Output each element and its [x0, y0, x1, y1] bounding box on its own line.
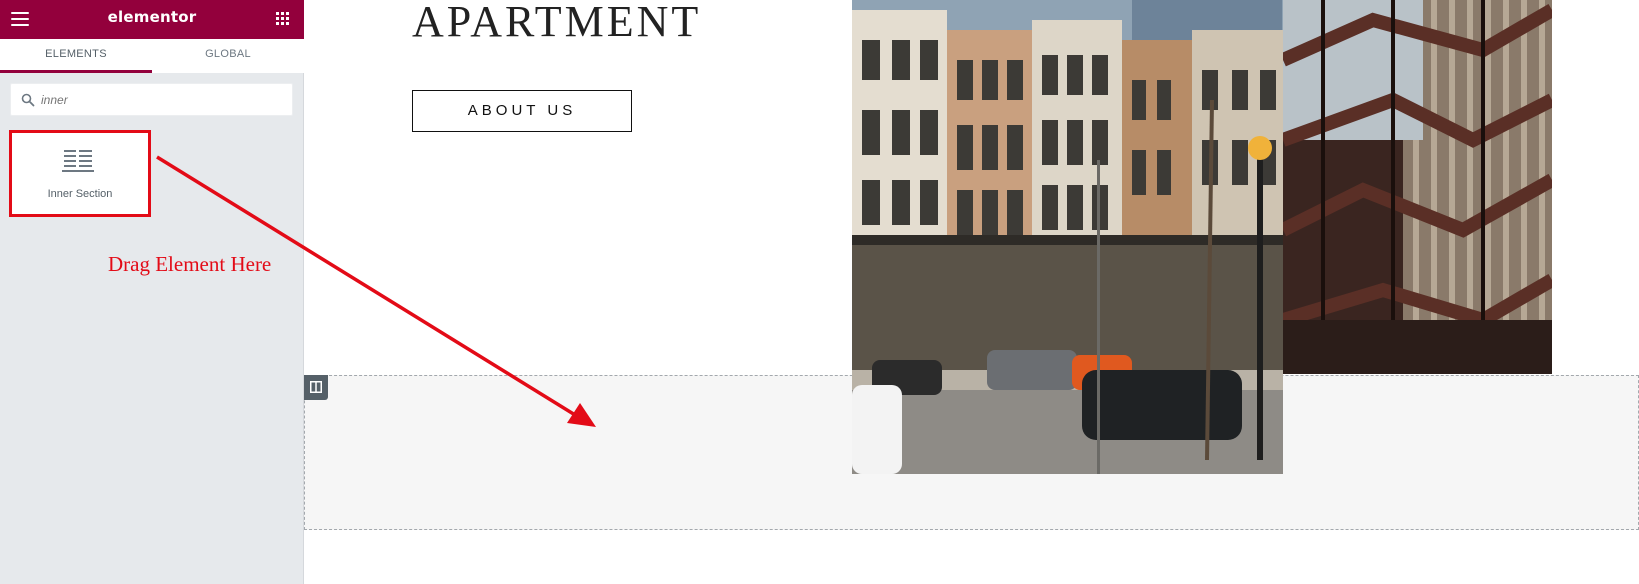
- page-canvas: APARTMENT ABOUT US: [304, 0, 1639, 584]
- inner-section-icon: [62, 150, 94, 172]
- vessel-photo: [1283, 0, 1552, 374]
- columns-icon: [310, 381, 322, 393]
- editor-panel: elementor ELEMENTS GLOBAL Inner Sectio: [0, 0, 304, 584]
- panel-tabs: ELEMENTS GLOBAL: [0, 39, 304, 73]
- tab-elements[interactable]: ELEMENTS: [0, 39, 152, 73]
- drag-annotation-text: Drag Element Here: [108, 252, 272, 276]
- search-icon: [21, 93, 35, 107]
- tab-global[interactable]: GLOBAL: [152, 39, 304, 73]
- search-input[interactable]: [41, 89, 281, 111]
- page-heading[interactable]: APARTMENT: [412, 0, 701, 47]
- street-photo: [852, 0, 1283, 474]
- section-handle[interactable]: [304, 375, 328, 400]
- inner-section-widget[interactable]: Inner Section: [10, 131, 150, 216]
- widget-label: Inner Section: [47, 188, 113, 200]
- widgets-grid-icon[interactable]: [276, 12, 290, 26]
- widget-search[interactable]: [10, 83, 293, 116]
- panel-header: elementor: [0, 0, 304, 39]
- about-us-button[interactable]: ABOUT US: [412, 90, 632, 132]
- elementor-logo: elementor: [107, 8, 197, 26]
